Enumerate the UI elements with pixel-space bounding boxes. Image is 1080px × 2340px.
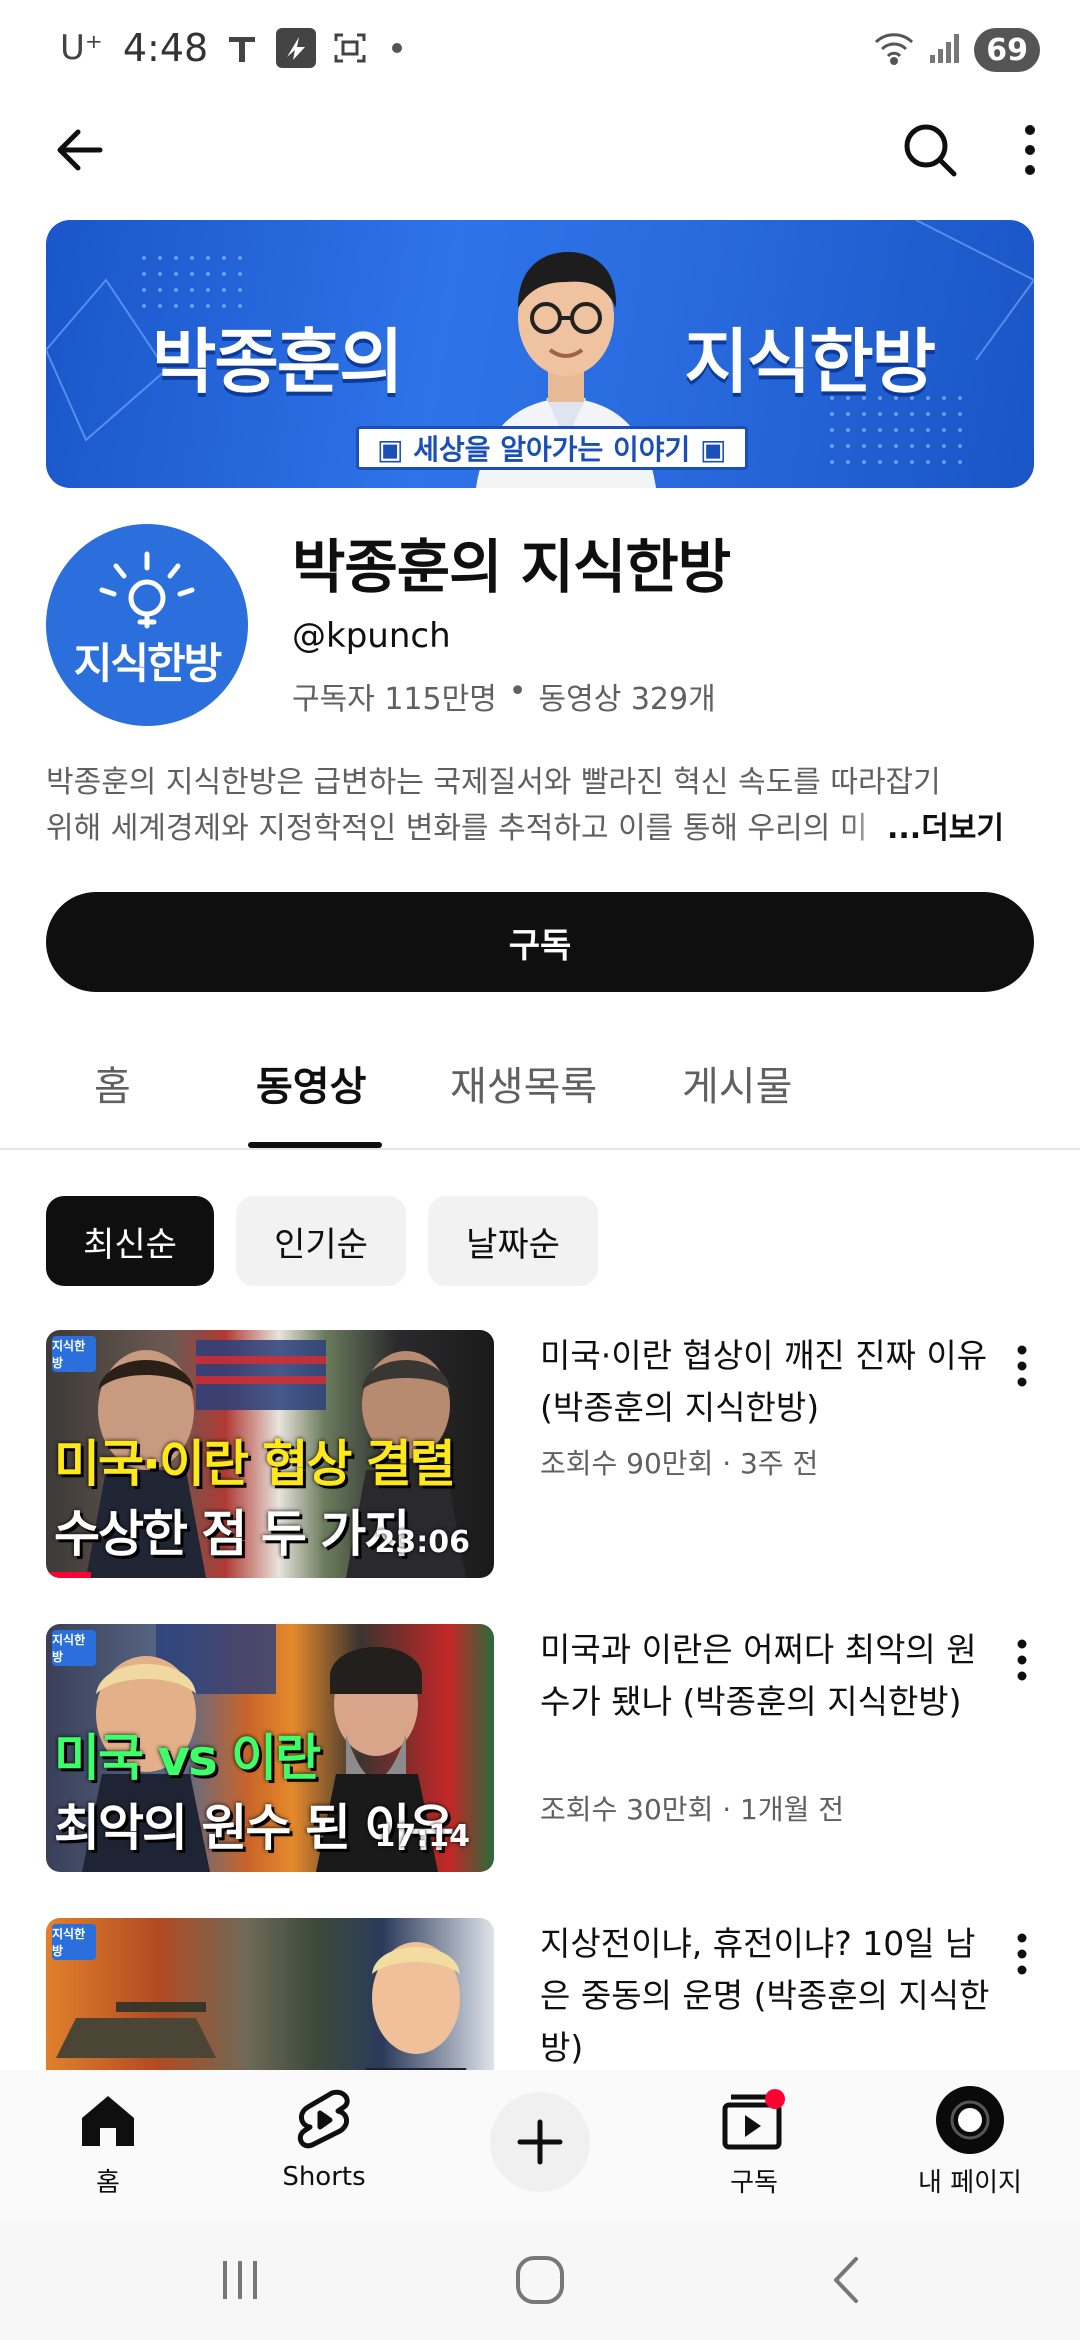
avatar-text: 지식한방 [73, 639, 223, 688]
thumbnail-subheadline: 수상한 점 두 가지 [54, 1505, 410, 1563]
search-icon[interactable] [890, 110, 970, 190]
video-duration: 17:14 [374, 1819, 471, 1854]
video-title[interactable]: 미국과 이란은 어쩌다 최악의 원수가 됐나 (박종훈의 지식한방) [540, 1624, 990, 1728]
nav-my-page-label: 내 페이지 [918, 2168, 1022, 2198]
channel-description[interactable]: 박종훈의 지식한방은 급변하는 국제질서와 빨라진 혁신 속도를 따라잡기 위해… [46, 760, 1034, 852]
channel-banner: 박종훈의 지식한방 ▣ 세상을 알아가는 이야기 ▣ [46, 220, 1034, 488]
nav-shorts-label: Shorts [282, 2162, 366, 2192]
nav-shorts[interactable]: Shorts [234, 2080, 414, 2192]
subscriber-count: 구독자 115만명 [292, 682, 497, 717]
video-duration: 23:06 [374, 1525, 471, 1560]
tmap-icon [222, 28, 262, 68]
top-app-bar [0, 110, 1080, 190]
channel-avatar[interactable]: 지식한방 [46, 524, 248, 726]
more-vert-icon[interactable] [1002, 1924, 1042, 1984]
video-item[interactable]: 지식한방 미국·이란 협상 결렬 수상한 점 두 가지 23:06 미국·이란 … [0, 1330, 1080, 1590]
thumbnail-headline: 미국 vs 이란 [54, 1729, 321, 1787]
thumbnail-art [56, 1942, 467, 2070]
channel-handle: @kpunch [292, 616, 451, 656]
tab-indicator [248, 1142, 382, 1148]
tab-playlists[interactable]: 재생목록 [450, 1054, 597, 1112]
video-item[interactable]: 지식한방 지상전이냐, 휴전이냐? 10일 남은 중동의 운명 (박종훈의 지식… [0, 1918, 1080, 2070]
video-meta: 조회수 90만회 · 3주 전 [540, 1447, 819, 1480]
banner-tagline: ▣ 세상을 알아가는 이야기 ▣ [356, 426, 748, 470]
channel-logo-badge: 지식한방 [52, 1924, 96, 1960]
home-icon [76, 2080, 140, 2160]
wifi-icon [872, 30, 916, 70]
recents-icon[interactable] [200, 2250, 280, 2310]
description-line-2: 위해 세계경제와 지정학적인 변화를 추적하고 이를 통해 우리의 미 [46, 811, 868, 846]
bottom-navigation: 홈 Shorts 구독 내 페이지 [0, 2070, 1080, 2220]
banner-left-text: 박종훈의 [152, 321, 404, 403]
tab-videos[interactable]: 동영상 [256, 1054, 366, 1112]
profile-avatar-icon [935, 2080, 1005, 2160]
screenshot-icon [330, 28, 370, 68]
more-link[interactable]: ...더보기 [847, 806, 1004, 852]
video-meta: 조회수 30만회 · 1개월 전 [540, 1793, 845, 1826]
video-thumbnail[interactable]: 지식한방 미국·이란 협상 결렬 수상한 점 두 가지 23:06 [46, 1330, 494, 1578]
nav-home[interactable]: 홈 [18, 2080, 198, 2199]
nav-my-page[interactable]: 내 페이지 [880, 2080, 1060, 2199]
clock: 4:48 [122, 26, 209, 70]
tab-posts[interactable]: 게시물 [682, 1054, 792, 1112]
video-thumbnail[interactable]: 지식한방 [46, 1918, 494, 2070]
arrow-left-icon[interactable] [40, 110, 120, 190]
back-icon[interactable] [806, 2250, 886, 2310]
chip-latest[interactable]: 최신순 [46, 1196, 214, 1286]
shorts-icon [294, 2080, 354, 2160]
chip-popular[interactable]: 인기순 [236, 1196, 406, 1286]
channel-logo-badge: 지식한방 [52, 1630, 96, 1666]
subscribe-button[interactable]: 구독 [46, 892, 1034, 992]
tab-home[interactable]: 홈 [94, 1054, 131, 1112]
app-icon [276, 28, 317, 68]
notification-dot [392, 43, 403, 53]
more-vert-icon[interactable] [1000, 110, 1060, 190]
description-line-1: 박종훈의 지식한방은 급변하는 국제질서와 빨라진 혁신 속도를 따라잡기 [46, 765, 941, 800]
signal-icon [928, 31, 962, 69]
channel-name: 박종훈의 지식한방 [292, 533, 731, 601]
channel-stats: 구독자 115만명 • 동영상 329개 [292, 674, 716, 718]
status-bar: U⁺ 4:48 69 [0, 0, 1080, 100]
banner-right-text: 지식한방 [684, 321, 936, 403]
video-title[interactable]: 미국·이란 협상이 깨진 진짜 이유 (박종훈의 지식한방) [540, 1330, 990, 1434]
chip-oldest[interactable]: 날짜순 [428, 1196, 598, 1286]
thumbnail-headline: 미국·이란 협상 결렬 [54, 1435, 456, 1493]
subscriptions-icon [719, 2080, 789, 2160]
more-vert-icon[interactable] [1002, 1630, 1042, 1690]
more-vert-icon[interactable] [1002, 1336, 1042, 1396]
nav-subscriptions[interactable]: 구독 [664, 2080, 844, 2199]
video-thumbnail[interactable]: 지식한방 미국 vs 이란 최악의 원수 된 이유 17:14 [46, 1624, 494, 1872]
battery-indicator: 69 [974, 28, 1040, 72]
system-navigation-bar [0, 2220, 1080, 2340]
home-icon[interactable] [500, 2250, 580, 2310]
carrier-label: U⁺ [60, 28, 103, 68]
lightbulb-icon [99, 551, 195, 629]
watch-progress-bar [46, 1572, 91, 1578]
plus-icon[interactable] [490, 2092, 590, 2192]
video-item[interactable]: 지식한방 미국 vs 이란 최악의 원수 된 이유 17:14 미국과 이란은 … [0, 1624, 1080, 1884]
video-title[interactable]: 지상전이냐, 휴전이냐? 10일 남은 중동의 운명 (박종훈의 지식한방) [540, 1918, 990, 2070]
channel-page: U⁺ 4:48 69 박종훈의 지식한방 ▣ 세상을 알아가는 이야기 ▣ 지식… [0, 0, 1080, 2340]
channel-tabs: 홈 동영상 재생목록 게시물 [0, 1030, 1080, 1150]
channel-logo-badge: 지식한방 [52, 1336, 96, 1372]
nav-subscriptions-label: 구독 [730, 2168, 778, 2198]
nav-home-label: 홈 [96, 2168, 120, 2198]
stats-separator: • [508, 674, 527, 709]
video-count: 동영상 329개 [538, 682, 716, 717]
